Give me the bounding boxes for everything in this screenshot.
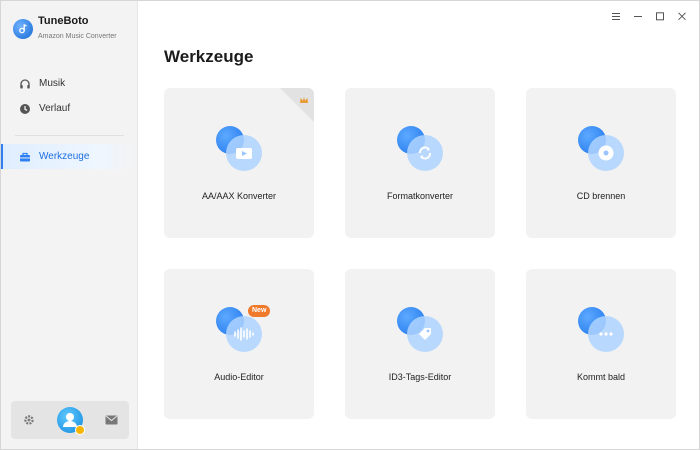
- tool-card-coming-soon[interactable]: Kommt bald: [526, 269, 676, 419]
- sidebar-item-verlauf[interactable]: Verlauf: [1, 96, 138, 121]
- main-content: Werkzeuge AA/AAX Konverter Formatkonvert…: [138, 1, 699, 449]
- tool-card-aax-converter[interactable]: AA/AAX Konverter: [164, 88, 314, 238]
- brand: TuneBoto Amazon Music Converter: [13, 15, 117, 42]
- tool-card-cd-burn[interactable]: CD brennen: [526, 88, 676, 238]
- app-logo-icon: [13, 19, 33, 39]
- app-name: TuneBoto: [38, 15, 89, 27]
- sidebar: TuneBoto Amazon Music Converter Musik Ve…: [1, 1, 138, 449]
- app-subtitle: Amazon Music Converter: [38, 33, 117, 40]
- toolbox-icon: [19, 151, 31, 163]
- headphones-icon: [19, 78, 31, 90]
- sidebar-item-label: Musik: [39, 78, 66, 89]
- tool-card-id3-editor[interactable]: ID3-Tags-Editor: [345, 269, 495, 419]
- convert-icon: [395, 124, 445, 174]
- tool-label: Formatkonverter: [386, 191, 454, 201]
- app-window: TuneBoto Amazon Music Converter Musik Ve…: [0, 0, 700, 450]
- clock-icon: [19, 103, 31, 115]
- user-avatar[interactable]: [56, 407, 85, 435]
- page-title: Werkzeuge: [164, 47, 254, 66]
- tag-icon: [395, 305, 445, 355]
- mail-icon[interactable]: [104, 413, 118, 427]
- tool-label: CD brennen: [576, 191, 626, 201]
- sidebar-item-musik[interactable]: Musik: [1, 71, 138, 96]
- tool-label: Kommt bald: [576, 372, 626, 382]
- cd-icon: [576, 124, 626, 174]
- tool-card-format-converter[interactable]: Formatkonverter: [345, 88, 495, 238]
- tool-label: Audio-Editor: [214, 372, 264, 382]
- tool-label: AA/AAX Konverter: [201, 191, 277, 201]
- sidebar-bottom-bar: [11, 401, 129, 439]
- tool-card-audio-editor[interactable]: New Audio-Editor: [164, 269, 314, 419]
- new-badge: New: [248, 305, 271, 317]
- sidebar-item-label: Werkzeuge: [39, 151, 90, 162]
- tool-label: ID3-Tags-Editor: [388, 372, 452, 382]
- sidebar-divider: [15, 135, 124, 136]
- crown-icon: [299, 92, 309, 110]
- sidebar-item-werkzeuge[interactable]: Werkzeuge: [1, 144, 138, 169]
- gear-icon[interactable]: [22, 413, 36, 427]
- sidebar-nav: Musik Verlauf Werkzeuge: [1, 71, 138, 169]
- video-file-icon: [214, 124, 264, 174]
- more-icon: [576, 305, 626, 355]
- avatar-badge: [74, 425, 85, 435]
- sidebar-item-label: Verlauf: [39, 103, 71, 114]
